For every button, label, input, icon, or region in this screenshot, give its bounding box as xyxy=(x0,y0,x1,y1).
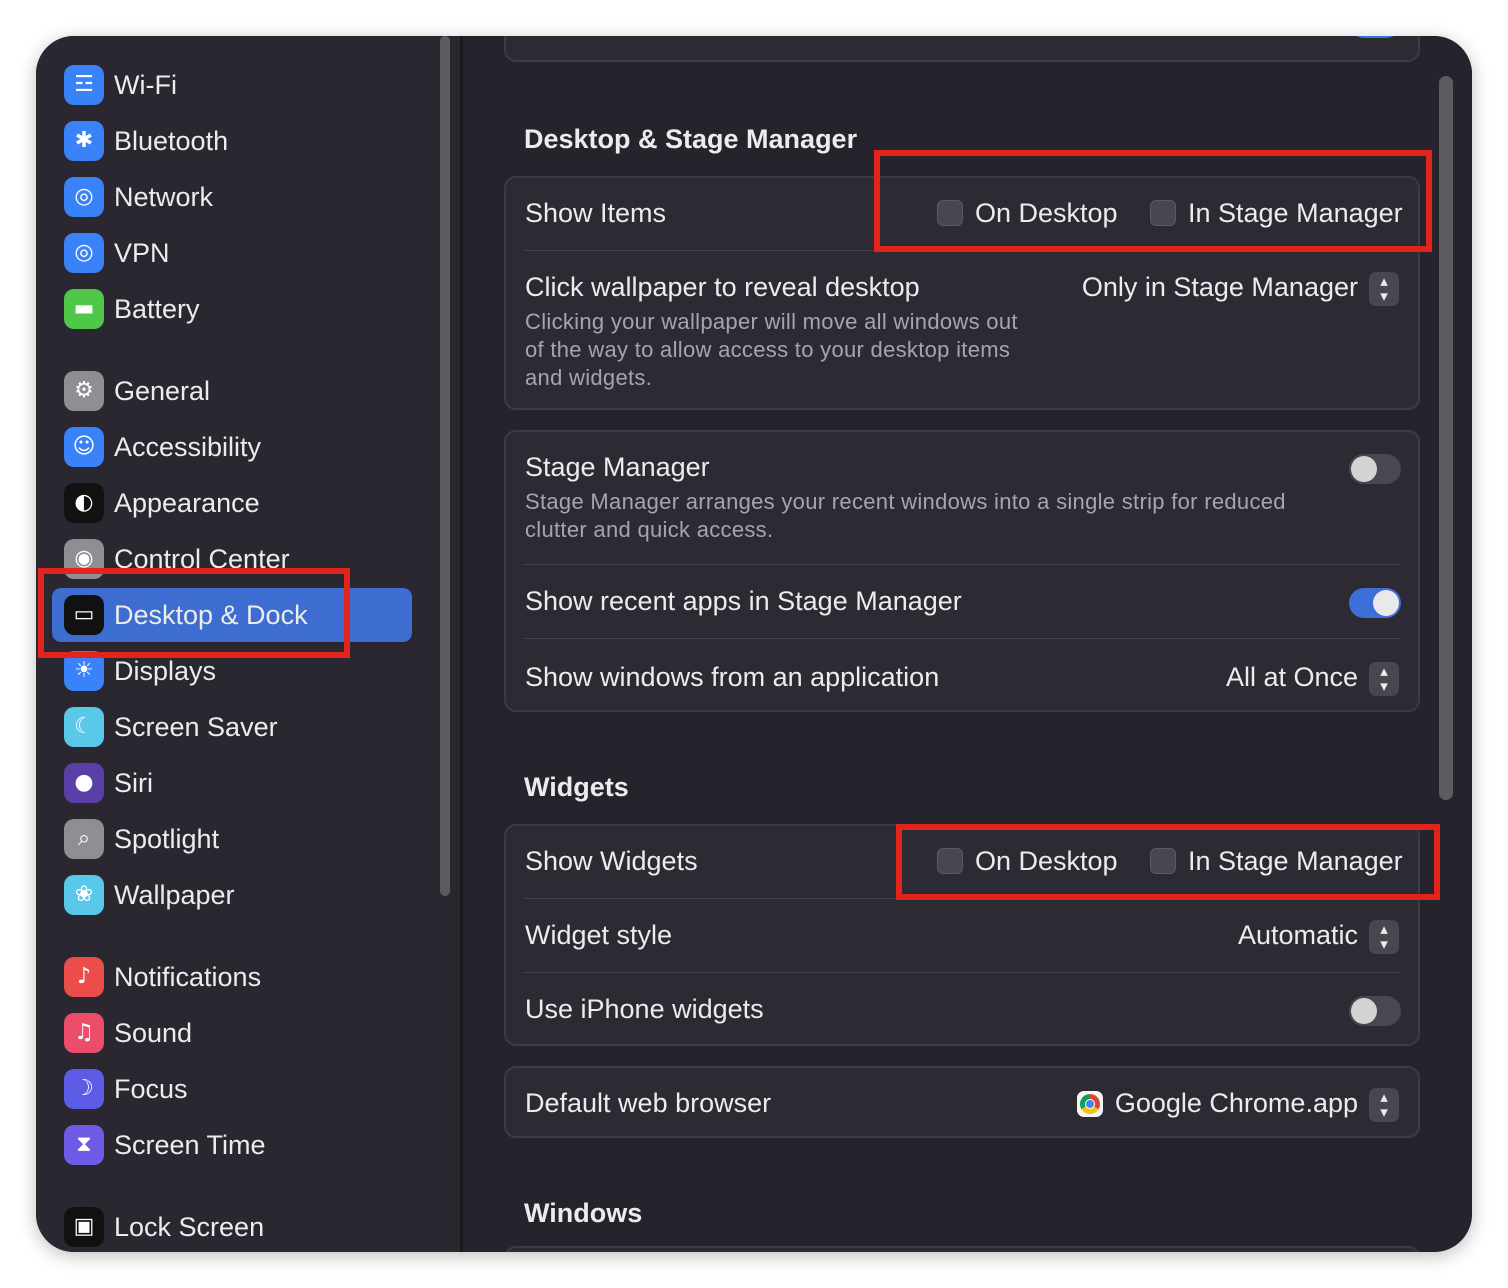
sidebar-item-label: Displays xyxy=(114,655,217,686)
sidebar-item-label: Network xyxy=(114,181,214,212)
sidebar-scrollbar[interactable] xyxy=(440,36,450,896)
sidebar-item-screen-saver[interactable]: ☾ Screen Saver xyxy=(52,700,412,754)
previous-toggle[interactable] xyxy=(1349,36,1401,38)
click-wallpaper-desc-line2: of the way to allow access to your deskt… xyxy=(525,337,1011,362)
sidebar-item-wi-fi[interactable]: ☲ Wi-Fi xyxy=(52,58,412,112)
show-windows-label: Show windows from an application xyxy=(525,662,940,692)
lock-icon: ▣ xyxy=(64,1207,104,1247)
annotation-box-sidebar xyxy=(38,568,350,658)
sidebar-item-label: Screen Time xyxy=(114,1129,266,1160)
sidebar-item-label: Lock Screen xyxy=(114,1211,265,1242)
screen-saver-icon: ☾ xyxy=(64,707,104,747)
previous-group xyxy=(504,36,1420,62)
flower-icon: ❀ xyxy=(64,875,104,915)
sidebar-item-network[interactable]: ◎ Network xyxy=(52,170,412,224)
show-windows-stepper-icon[interactable]: ▴ ▾ xyxy=(1369,662,1399,696)
main-scrollbar[interactable] xyxy=(1439,76,1453,800)
section-title-windows: Windows xyxy=(524,1198,643,1228)
show-recent-apps-toggle[interactable] xyxy=(1349,588,1401,618)
section-title-widgets: Widgets xyxy=(524,772,629,802)
show-widgets-label: Show Widgets xyxy=(525,846,698,876)
gear-icon: ⚙ xyxy=(64,371,104,411)
sidebar-item-sound[interactable]: ♫ Sound xyxy=(52,1006,412,1060)
iphone-widgets-toggle[interactable] xyxy=(1349,996,1401,1026)
sidebar-item-label: Screen Saver xyxy=(114,711,278,742)
sidebar-item-label: Bluetooth xyxy=(114,125,229,156)
click-wallpaper-desc-line3: and widgets. xyxy=(525,365,653,390)
click-wallpaper-stepper-icon[interactable]: ▴ ▾ xyxy=(1369,272,1399,306)
separator xyxy=(524,564,1400,565)
sidebar-item-label: VPN xyxy=(114,237,170,268)
click-wallpaper-desc-line1: Clicking your wallpaper will move all wi… xyxy=(525,309,1018,334)
stage-manager-toggle[interactable] xyxy=(1349,454,1401,484)
default-browser-stepper-icon[interactable]: ▴ ▾ xyxy=(1369,1088,1399,1122)
search-icon: ⌕ xyxy=(64,819,104,859)
stage-manager-desc-line1: Stage Manager arranges your recent windo… xyxy=(525,489,1286,514)
accessibility-icon: ☺ xyxy=(64,427,104,467)
default-browser-group: Default web browser Google Chrome.app ▴ ▾ xyxy=(504,1066,1420,1138)
stage-manager-desc-line2: clutter and quick access. xyxy=(525,517,774,542)
sidebar-item-spotlight[interactable]: ⌕ Spotlight xyxy=(52,812,412,866)
separator xyxy=(524,972,1400,973)
appearance-icon: ◐ xyxy=(64,483,104,523)
click-wallpaper-value[interactable]: Only in Stage Manager xyxy=(1082,272,1358,303)
system-settings-window: ☲ Wi-Fi ✱ Bluetooth ◎ Network ◎ VPN ▬ Battery ⚙ Gen… xyxy=(36,36,1472,1252)
widget-style-label: Widget style xyxy=(525,920,673,950)
annotation-box-show-items xyxy=(874,150,1432,252)
bell-icon: ♪ xyxy=(64,957,104,997)
sidebar-item-label: Appearance xyxy=(114,487,260,518)
separator xyxy=(524,638,1400,639)
sidebar-item-siri[interactable]: ● Siri xyxy=(52,756,412,810)
sidebar-item-battery[interactable]: ▬ Battery xyxy=(52,282,412,336)
sidebar-item-vpn[interactable]: ◎ VPN xyxy=(52,226,412,280)
sidebar-item-label: Wi-Fi xyxy=(114,69,177,100)
vpn-globe-icon: ◎ xyxy=(64,233,104,273)
sidebar-item-wallpaper[interactable]: ❀ Wallpaper xyxy=(52,868,412,922)
sidebar-item-label: Sound xyxy=(114,1017,193,1048)
section-title-desktop-stage: Desktop & Stage Manager xyxy=(524,124,858,154)
widget-style-value[interactable]: Automatic xyxy=(1238,920,1358,951)
stage-manager-group: Stage Manager Stage Manager arranges you… xyxy=(504,430,1420,712)
default-browser-label: Default web browser xyxy=(525,1088,772,1118)
sidebar-item-notifications[interactable]: ♪ Notifications xyxy=(52,950,412,1004)
moon-icon: ☽ xyxy=(64,1069,104,1109)
show-items-label: Show Items xyxy=(525,198,667,228)
sidebar-item-appearance[interactable]: ◐ Appearance xyxy=(52,476,412,530)
sidebar-item-accessibility[interactable]: ☺ Accessibility xyxy=(52,420,412,474)
sidebar-item-label: General xyxy=(114,375,211,406)
show-recent-apps-label: Show recent apps in Stage Manager xyxy=(525,586,962,616)
siri-icon: ● xyxy=(64,763,104,803)
sidebar-item-focus[interactable]: ☽ Focus xyxy=(52,1062,412,1116)
sidebar-item-label: Spotlight xyxy=(114,823,220,854)
default-browser-value[interactable]: Google Chrome.app xyxy=(1115,1088,1358,1119)
stage-manager-label: Stage Manager xyxy=(525,452,710,482)
battery-icon: ▬ xyxy=(64,289,104,329)
sidebar-item-lock-screen[interactable]: ▣ Lock Screen xyxy=(52,1200,412,1252)
annotation-box-show-widgets xyxy=(896,824,1440,900)
bluetooth-icon: ✱ xyxy=(64,121,104,161)
iphone-widgets-label: Use iPhone widgets xyxy=(525,994,764,1024)
hourglass-icon: ⧗ xyxy=(64,1125,104,1165)
sidebar-item-label: Focus xyxy=(114,1073,188,1104)
wifi-icon: ☲ xyxy=(64,65,104,105)
globe-icon: ◎ xyxy=(64,177,104,217)
windows-group xyxy=(504,1246,1420,1252)
widget-style-stepper-icon[interactable]: ▴ ▾ xyxy=(1369,920,1399,954)
sidebar-item-general[interactable]: ⚙ General xyxy=(52,364,412,418)
sidebar-item-label: Battery xyxy=(114,293,200,324)
sidebar-item-label: Accessibility xyxy=(114,431,262,462)
sidebar-item-label: Wallpaper xyxy=(114,879,235,910)
sidebar-item-bluetooth[interactable]: ✱ Bluetooth xyxy=(52,114,412,168)
chrome-icon xyxy=(1077,1091,1103,1117)
sidebar-item-screen-time[interactable]: ⧗ Screen Time xyxy=(52,1118,412,1172)
sidebar-item-label: Notifications xyxy=(114,961,262,992)
show-windows-value[interactable]: All at Once xyxy=(1226,662,1358,693)
click-wallpaper-label: Click wallpaper to reveal desktop xyxy=(525,272,920,302)
sidebar-item-label: Siri xyxy=(114,767,153,798)
speaker-icon: ♫ xyxy=(64,1013,104,1053)
